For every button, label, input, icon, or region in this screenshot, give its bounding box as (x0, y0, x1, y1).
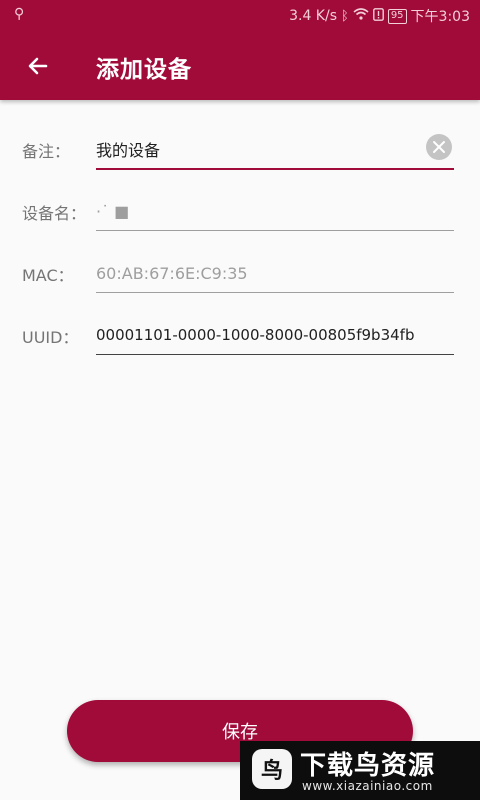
watermark-banner: 鸟 下载鸟资源 www.xiazainiao.com (240, 741, 480, 800)
uuid-row: UUID： (0, 314, 480, 362)
uuid-label: UUID： (22, 328, 79, 347)
usb-icon: ⚲ (14, 6, 25, 22)
clear-button[interactable] (426, 134, 452, 160)
clock: 下午3:03 (410, 9, 470, 25)
bluetooth-icon: ᛒ (341, 8, 349, 24)
arrow-left-icon (28, 57, 48, 75)
note-label: 备注： (22, 142, 71, 161)
note-underline (96, 168, 454, 170)
note-row: 备注： (0, 128, 480, 176)
watermark-url: www.xiazainiao.com (302, 779, 433, 793)
uuid-underline (96, 354, 454, 355)
close-icon (433, 141, 445, 153)
device-name-input[interactable] (96, 194, 454, 228)
bird-logo-icon: 鸟 (252, 749, 292, 789)
mac-underline (96, 292, 454, 293)
network-speed: 3.4 K/s (289, 8, 337, 24)
page-title: 添加设备 (96, 57, 192, 83)
mac-row: MAC： (0, 252, 480, 300)
alert-icon (372, 7, 384, 25)
status-icons: 3.4 K/s ᛒ 95 下午3:03 (289, 6, 470, 26)
watermark-title: 下载鸟资源 (300, 751, 436, 781)
app-header: ⚲ 3.4 K/s ᛒ 95 下午3:03 添加设备 (0, 0, 480, 100)
device-name-label: 设备名： (22, 204, 87, 223)
device-name-row: 设备名： (0, 190, 480, 238)
toolbar: 添加设备 (0, 32, 480, 100)
mac-input[interactable] (96, 256, 454, 290)
uuid-input[interactable] (96, 318, 454, 352)
wifi-icon (353, 8, 369, 24)
back-button[interactable] (18, 46, 58, 86)
mac-label: MAC： (22, 266, 74, 285)
note-input[interactable] (96, 132, 454, 166)
status-bar: ⚲ 3.4 K/s ᛒ 95 下午3:03 (0, 0, 480, 32)
device-name-underline (96, 230, 454, 231)
battery-icon: 95 (387, 8, 407, 24)
